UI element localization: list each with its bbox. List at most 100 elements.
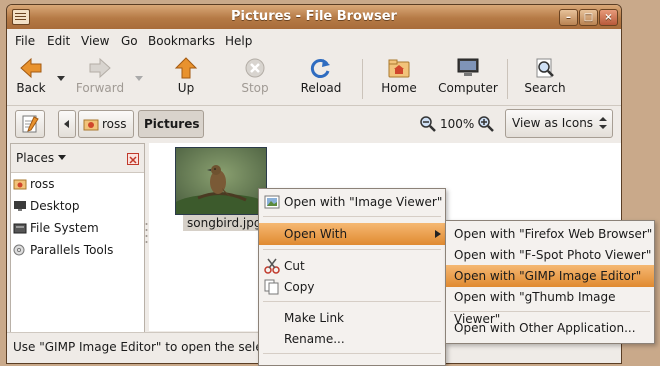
up-arrow-icon bbox=[174, 57, 198, 79]
sidebar-item-label: Parallels Tools bbox=[30, 243, 114, 257]
file-label[interactable]: songbird.jpg bbox=[183, 215, 266, 231]
places-selector[interactable]: Places bbox=[16, 151, 66, 165]
close-button[interactable]: × bbox=[599, 9, 618, 26]
toolbar-separator bbox=[507, 59, 508, 99]
menu-open-with-submenu[interactable]: Open With bbox=[259, 223, 445, 245]
menu-item-label: Open With bbox=[284, 227, 348, 241]
stop-icon bbox=[243, 57, 267, 79]
menu-edit[interactable]: Edit bbox=[47, 34, 70, 48]
scissors-icon bbox=[264, 258, 280, 274]
drive-icon bbox=[13, 222, 27, 234]
computer-label: Computer bbox=[438, 81, 498, 95]
home-folder-icon bbox=[83, 119, 99, 131]
menu-bar: File Edit View Go Bookmarks Help bbox=[7, 29, 621, 51]
menu-file[interactable]: File bbox=[15, 34, 35, 48]
forward-arrow-icon bbox=[88, 57, 112, 79]
breadcrumb-ross-label: ross bbox=[102, 117, 127, 131]
cdrom-icon bbox=[13, 244, 27, 256]
submenu-open-fspot[interactable]: Open with "F-Spot Photo Viewer" bbox=[446, 244, 654, 266]
sidebar-item-desktop[interactable]: Desktop bbox=[13, 199, 80, 219]
stop-button[interactable]: Stop bbox=[237, 57, 273, 95]
submenu-open-other[interactable]: Open with Other Application... bbox=[446, 317, 654, 339]
chevron-left-icon bbox=[64, 120, 69, 128]
menu-make-link[interactable]: Make Link bbox=[259, 307, 445, 329]
reload-icon bbox=[309, 57, 333, 79]
forward-history-dropdown-icon[interactable] bbox=[135, 71, 143, 85]
up-button[interactable]: Up bbox=[169, 57, 203, 95]
songbird-thumbnail[interactable] bbox=[171, 147, 271, 222]
menu-item-label: Cut bbox=[284, 259, 305, 273]
submenu-open-gimp[interactable]: Open with "GIMP Image Editor" bbox=[446, 265, 654, 287]
sidebar-resize-handle[interactable] bbox=[145, 220, 148, 250]
breadcrumb-pictures-label: Pictures bbox=[144, 117, 200, 131]
breadcrumb-pictures[interactable]: Pictures bbox=[138, 110, 204, 138]
computer-icon bbox=[456, 57, 480, 79]
window-title: Pictures - File Browser bbox=[231, 9, 397, 24]
menu-separator bbox=[450, 311, 650, 312]
menu-item-label: Open with "F-Spot Photo Viewer" bbox=[454, 248, 652, 262]
sidebar-item-label: Desktop bbox=[30, 199, 80, 213]
zoom-in-icon[interactable] bbox=[478, 116, 494, 135]
sidebar-item-parallels-tools[interactable]: Parallels Tools bbox=[13, 243, 113, 263]
computer-button[interactable]: Computer bbox=[437, 57, 499, 95]
location-bar: ross Pictures 100% View as Icons bbox=[7, 106, 621, 140]
menu-rename[interactable]: Rename... bbox=[259, 328, 445, 350]
close-sidebar-icon[interactable] bbox=[127, 153, 139, 165]
menu-open-with-image-viewer[interactable]: Open with "Image Viewer" bbox=[259, 191, 445, 213]
up-label: Up bbox=[177, 81, 195, 95]
menu-copy[interactable]: Copy bbox=[259, 276, 445, 298]
menu-item-label: Open with "GIMP Image Editor" bbox=[454, 269, 642, 283]
forward-button[interactable]: Forward bbox=[73, 57, 127, 95]
title-bar[interactable]: Pictures - File Browser – □ × bbox=[7, 5, 621, 29]
zoom-level[interactable]: 100% bbox=[440, 117, 474, 131]
menu-help[interactable]: Help bbox=[225, 34, 252, 48]
submenu-open-gthumb[interactable]: Open with "gThumb Image Viewer" bbox=[446, 286, 654, 326]
menu-separator bbox=[263, 353, 441, 354]
sidebar-item-ross[interactable]: ross bbox=[13, 177, 55, 197]
places-sidebar: Places ross Desktop File System Parallel… bbox=[10, 143, 145, 333]
menu-separator bbox=[263, 301, 441, 302]
back-history-dropdown-icon[interactable] bbox=[57, 71, 65, 85]
breadcrumb-ross[interactable]: ross bbox=[78, 110, 134, 138]
places-label: Places bbox=[16, 151, 55, 165]
updown-arrows-icon bbox=[599, 117, 607, 129]
songbird-image bbox=[171, 148, 271, 222]
menu-item-label: Open with "Firefox Web Browser" bbox=[454, 227, 653, 241]
context-menu: Open with "Image Viewer" Open With Cut C… bbox=[258, 188, 446, 366]
desktop-icon bbox=[13, 200, 27, 212]
maximize-button[interactable]: □ bbox=[579, 9, 598, 26]
home-button[interactable]: Home bbox=[379, 57, 419, 95]
home-label: Home bbox=[381, 81, 417, 95]
menu-separator bbox=[263, 216, 441, 217]
submenu-open-firefox[interactable]: Open with "Firefox Web Browser" bbox=[446, 223, 654, 245]
search-icon bbox=[533, 57, 557, 79]
reload-button[interactable]: Reload bbox=[299, 57, 343, 95]
menu-cut[interactable]: Cut bbox=[259, 255, 445, 277]
menu-go[interactable]: Go bbox=[121, 34, 138, 48]
minimize-button[interactable]: – bbox=[559, 9, 578, 26]
menu-item-label: Rename... bbox=[284, 332, 345, 346]
back-button[interactable]: Back bbox=[13, 57, 49, 95]
menu-bookmarks[interactable]: Bookmarks bbox=[148, 34, 215, 48]
submenu-arrow-icon bbox=[435, 230, 441, 238]
toolbar: Back Forward Up Stop Reload Home Compute… bbox=[7, 51, 621, 106]
menu-item-label: Make Link bbox=[284, 311, 344, 325]
menu-item-label: Open with Other Application... bbox=[454, 321, 636, 335]
view-mode-select[interactable]: View as Icons bbox=[505, 109, 613, 138]
chevron-down-icon bbox=[57, 155, 66, 160]
menu-item-label: Open with "Image Viewer" bbox=[284, 195, 443, 209]
edit-location-icon bbox=[22, 115, 39, 133]
back-label: Back bbox=[16, 81, 46, 95]
zoom-out-icon[interactable] bbox=[420, 116, 436, 135]
sidebar-header: Places bbox=[11, 144, 144, 173]
toggle-location-entry-button[interactable] bbox=[15, 110, 45, 138]
search-button[interactable]: Search bbox=[523, 57, 567, 95]
sidebar-item-label: ross bbox=[30, 177, 55, 191]
path-scroll-left-button[interactable] bbox=[58, 110, 76, 138]
reload-label: Reload bbox=[300, 81, 342, 95]
sidebar-item-file-system[interactable]: File System bbox=[13, 221, 99, 241]
menu-view[interactable]: View bbox=[81, 34, 109, 48]
menu-separator bbox=[263, 249, 441, 250]
toolbar-separator bbox=[362, 59, 363, 99]
stop-label: Stop bbox=[241, 81, 269, 95]
